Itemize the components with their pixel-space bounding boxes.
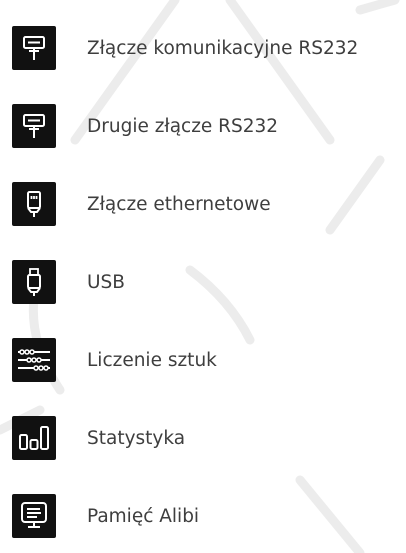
rs232-connector-icon	[12, 26, 56, 70]
menu-item-label: Złącze ethernetowe	[87, 193, 271, 215]
menu-item-alibi-memory[interactable]: Pamięć Alibi	[12, 488, 402, 544]
statistics-bars-icon	[12, 416, 56, 460]
menu-item-label: Liczenie sztuk	[87, 349, 217, 371]
settings-menu-page: Złącze komunikacyjne RS232 Drugie złącze…	[0, 0, 406, 553]
menu-item-label: USB	[87, 271, 125, 293]
menu-item-label: Złącze komunikacyjne RS232	[87, 37, 359, 59]
usb-connector-icon	[12, 260, 56, 304]
menu-item-label: Drugie złącze RS232	[87, 115, 279, 137]
menu-item-usb[interactable]: USB	[12, 254, 402, 310]
rs232-connector-icon	[12, 104, 56, 148]
menu-item-piece-counting[interactable]: Liczenie sztuk	[12, 332, 402, 388]
menu-item-statistics[interactable]: Statystyka	[12, 410, 402, 466]
menu-item-ethernet[interactable]: Złącze ethernetowe	[12, 176, 402, 232]
menu-item-label: Statystyka	[87, 427, 186, 449]
alibi-memory-monitor-icon	[12, 494, 56, 538]
menu-item-label: Pamięć Alibi	[87, 505, 200, 527]
ethernet-connector-icon	[12, 182, 56, 226]
counting-sliders-icon	[12, 338, 56, 382]
menu-item-rs232[interactable]: Złącze komunikacyjne RS232	[12, 20, 402, 76]
menu-item-second-rs232[interactable]: Drugie złącze RS232	[12, 98, 402, 154]
